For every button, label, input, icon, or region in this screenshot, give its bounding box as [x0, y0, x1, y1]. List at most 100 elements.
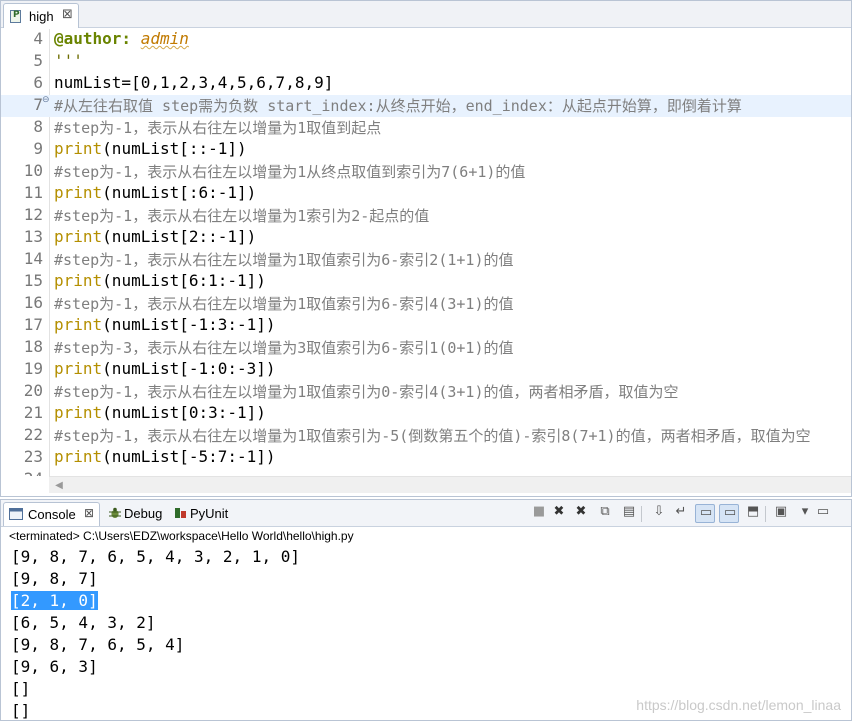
code-token: numList=[0,1,2,3,4,5,6,7,8,9]	[54, 73, 334, 92]
open-console-button[interactable]: ▾	[795, 504, 815, 523]
builtin-keyword: print	[54, 139, 103, 158]
word-wrap-icon: ↵	[675, 504, 687, 519]
line-number: 10	[23, 161, 43, 180]
line-number: 12	[23, 205, 43, 224]
console-output-line: [9, 8, 7, 6, 5, 4]	[1, 635, 851, 657]
relaunch-button[interactable]: ⧉	[595, 504, 615, 523]
debug-bug-icon	[109, 507, 121, 518]
code-text: #step为-1，表示从右往左以增量为1取值索引为6-索引2(1+1)的值	[54, 249, 514, 270]
line-number: 11	[23, 183, 43, 202]
console-status-line: <terminated> C:\Users\EDZ\workspace\Hell…	[9, 529, 354, 543]
word-wrap-button[interactable]: ↵	[671, 504, 691, 523]
code-text: print(numList[6:1:-1])	[54, 271, 266, 290]
code-token: (numList[::-1])	[102, 139, 247, 158]
code-line: 20 #step为-1，表示从右往左以增量为1取值索引为0-索引4(3+1)的值，…	[1, 381, 851, 403]
display-selected-console-icon: ▣	[774, 504, 788, 519]
builtin-keyword: print	[54, 227, 103, 246]
output-text: [9, 8, 7]	[11, 569, 98, 588]
code-line: 7 ⊖ #从左往右取值 step需为负数 start_index:从终点开始，end…	[1, 95, 851, 117]
display-selected-console-button[interactable]: ▣	[771, 504, 791, 523]
view-menu-button[interactable]: ▭	[813, 504, 833, 523]
editor-tab-high[interactable]: high ⊠	[3, 3, 79, 28]
code-line: 5 '''	[1, 51, 851, 73]
open-console-icon: ▾	[801, 504, 809, 519]
code-text: #step为-1，表示从右往左以增量为1取值索引为-5(倒数第五个的值)-索引8…	[54, 425, 811, 446]
line-number: 15	[23, 271, 43, 290]
code-line: 11 print(numList[:6:-1])	[1, 183, 851, 205]
line-number: 5	[33, 51, 43, 70]
remove-all-terminated-icon: ✖	[575, 504, 587, 519]
show-console-on-stderr-icon: ▭	[723, 505, 737, 520]
code-comment: #step为-1，表示从右往左以增量为1取值到起点	[54, 119, 382, 137]
code-text: #step为-3，表示从右往左以增量为3取值索引为6-索引1(0+1)的值	[54, 337, 514, 358]
tab-pyunit-label: PyUnit	[190, 506, 229, 521]
code-text: print(numList[-1:0:-3])	[54, 359, 276, 378]
scroll-left-icon[interactable]: ◀	[51, 478, 67, 493]
remove-launch-button[interactable]: ✖	[549, 504, 569, 523]
code-comment: #step为-1，表示从右往左以增量为1从终点取值到索引为7(6+1)的值	[54, 163, 526, 181]
code-comment: #step为-3，表示从右往左以增量为3取值索引为6-索引1(0+1)的值	[54, 339, 514, 357]
code-token: admin	[140, 29, 189, 48]
scroll-lock-button[interactable]: ⇩	[649, 504, 669, 523]
pin-console-button[interactable]: ⬒	[743, 504, 763, 523]
code-line: 22 #step为-1，表示从右往左以增量为1取值索引为-5(倒数第五个的值)-索…	[1, 425, 851, 447]
close-tab-icon[interactable]: ⊠	[84, 506, 94, 520]
pyunit-icon	[175, 508, 186, 518]
show-console-on-stdout-button[interactable]: ▭	[695, 504, 715, 523]
code-editor[interactable]: 4 @author: admin 5 ''' 6 numList=[0,1,2,3,4,5…	[1, 29, 851, 476]
remove-all-terminated-button[interactable]: ✖	[571, 504, 591, 523]
line-number: 4	[33, 29, 43, 48]
line-number: 9	[33, 139, 43, 158]
editor-tab-bar: high ⊠	[1, 1, 851, 28]
code-text: #step为-1，表示从右往左以增量为1取值索引为6-索引4(3+1)的值	[54, 293, 514, 314]
tab-console-label: Console	[28, 507, 76, 522]
line-number: 13	[23, 227, 43, 246]
builtin-keyword: print	[54, 447, 103, 466]
line-number: 14	[23, 249, 43, 268]
line-number: 24	[1, 469, 43, 476]
tab-pyunit[interactable]: PyUnit	[169, 502, 233, 526]
code-line: 23 print(numList[-5:7:-1])	[1, 447, 851, 469]
code-token: (numList[-5:7:-1])	[102, 447, 276, 466]
code-text: #step为-1，表示从右往左以增量为1取值索引为0-索引4(3+1)的值，两者…	[54, 381, 679, 402]
horizontal-scrollbar[interactable]: ◀	[49, 476, 851, 493]
line-number: 22	[23, 425, 43, 444]
code-line: 4 @author: admin	[1, 29, 851, 51]
code-comment: #step为-1，表示从右往左以增量为1取值索引为6-索引4(3+1)的值	[54, 295, 514, 313]
code-line: 17 print(numList[-1:3:-1])	[1, 315, 851, 337]
console-icon	[9, 508, 23, 520]
output-text: []	[11, 701, 31, 720]
fold-collapse-icon[interactable]: ⊖	[42, 95, 52, 105]
code-text: print(numList[:6:-1])	[54, 183, 256, 202]
console-pane: Console ⊠ Debug PyUnit ■ ✖ ✖ ⧉ ▤ ⇩ ↵ ▭ ▭ ⬒ ▣ ▾ ▭ <te…	[0, 499, 852, 721]
code-line: 6 numList=[0,1,2,3,4,5,6,7,8,9]	[1, 73, 851, 95]
terminate-button[interactable]: ■	[529, 504, 549, 523]
line-number: 16	[23, 293, 43, 312]
code-line: 10 #step为-1，表示从右往左以增量为1从终点取值到索引为7(6+1)的值	[1, 161, 851, 183]
builtin-keyword: print	[54, 359, 103, 378]
show-console-on-stderr-button[interactable]: ▭	[719, 504, 739, 523]
terminate-icon: ■	[532, 504, 546, 519]
code-token: (numList[6:1:-1])	[102, 271, 266, 290]
code-line: 21 print(numList[0:3:-1])	[1, 403, 851, 425]
line-number: 7	[33, 95, 43, 114]
code-text: #step为-1，表示从右往左以增量为1从终点取值到索引为7(6+1)的值	[54, 161, 525, 182]
tab-console[interactable]: Console ⊠	[3, 502, 100, 526]
console-output-line: [9, 8, 7]	[1, 569, 851, 591]
code-text: #step为-1，表示从右往左以增量为1取值到起点	[54, 117, 381, 138]
code-comment: #从左往右取值 step需为负数 start_index:从终点开始，end_i…	[54, 97, 742, 115]
console-output[interactable]: [9, 8, 7, 6, 5, 4, 3, 2, 1, 0] [9, 8, 7] […	[1, 547, 851, 721]
tab-debug[interactable]: Debug	[103, 502, 167, 526]
code-token: @author:	[54, 29, 132, 48]
output-text: [9, 6, 3]	[11, 657, 98, 676]
code-text: print(numList[0:3:-1])	[54, 403, 266, 422]
view-menu-icon: ▭	[816, 504, 830, 519]
code-token: (numList[-1:0:-3])	[102, 359, 276, 378]
code-text: #从左往右取值 step需为负数 start_index:从终点开始，end_i…	[54, 95, 742, 116]
close-tab-icon[interactable]: ⊠	[62, 7, 73, 22]
clear-console-button[interactable]: ▤	[619, 504, 639, 523]
code-lines: 4 @author: admin 5 ''' 6 numList=[0,1,2,3,4,5…	[1, 29, 851, 476]
output-text: [9, 8, 7, 6, 5, 4, 3, 2, 1, 0]	[11, 547, 300, 566]
code-text: print(numList[-1:3:-1])	[54, 315, 276, 334]
